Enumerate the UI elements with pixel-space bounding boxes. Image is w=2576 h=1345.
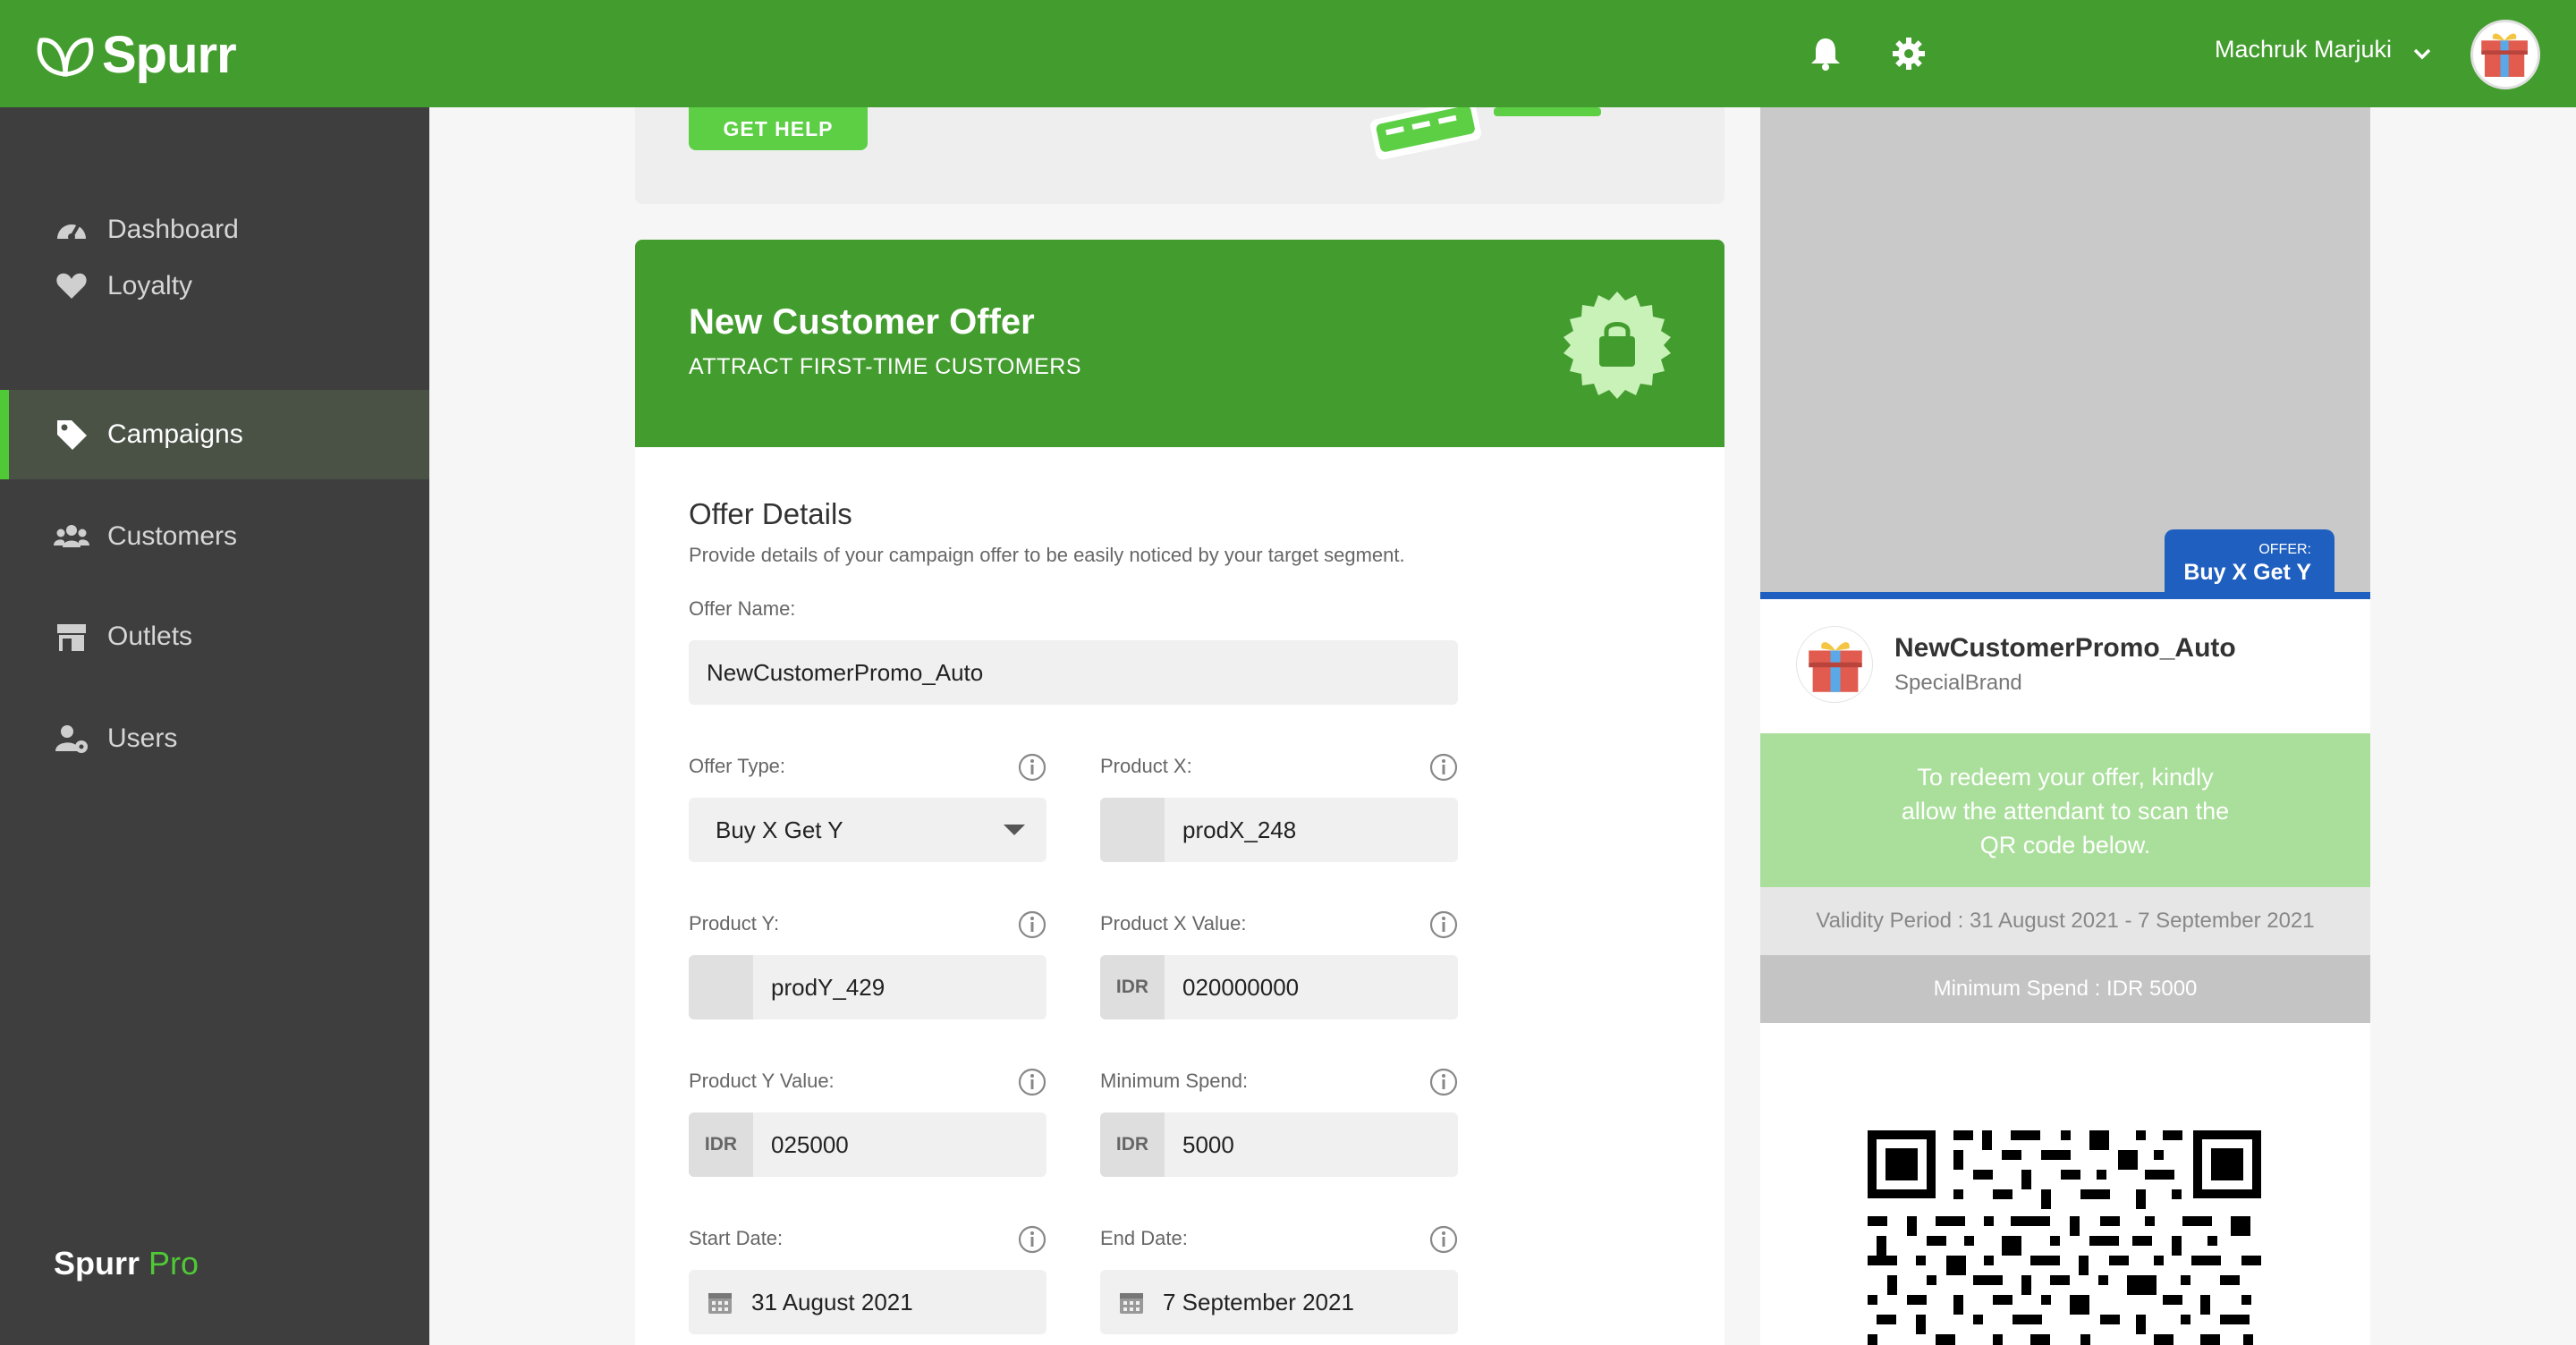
currency-prefix: IDR bbox=[1100, 955, 1165, 1019]
validity-period: Validity Period : 31 August 2021 - 7 Sep… bbox=[1760, 887, 2370, 955]
offer-preview-panel: OFFER: Buy X Get Y NewCustomerPromo_Auto… bbox=[1760, 107, 2370, 1345]
sidebar-item-label: Customers bbox=[107, 521, 238, 551]
currency-prefix: IDR bbox=[689, 1112, 753, 1177]
user-name[interactable]: Machruk Marjuki bbox=[2215, 36, 2392, 63]
offer-type-value: Buy X Get Y bbox=[716, 816, 843, 843]
product-x-label: Product X: bbox=[1100, 755, 1192, 777]
product-y-value: prodY_429 bbox=[771, 973, 886, 1001]
offer-type-label: Offer Type: bbox=[689, 755, 786, 777]
product-x-value: prodX_248 bbox=[1182, 816, 1297, 843]
info-icon[interactable] bbox=[1429, 753, 1458, 782]
end-date-label: End Date: bbox=[1100, 1227, 1188, 1249]
minimum-spend-amount: 5000 bbox=[1182, 1130, 1234, 1158]
start-date-label: Start Date: bbox=[689, 1227, 784, 1249]
offer-name-input[interactable]: NewCustomerPromo_Auto bbox=[689, 640, 1458, 705]
section-title: Offer Details bbox=[689, 497, 852, 530]
top-bar: Spurr Machruk Marjuki bbox=[0, 0, 2576, 107]
sidebar-brand-main: Spurr bbox=[54, 1245, 140, 1282]
brand-logo[interactable]: Spurr bbox=[34, 25, 237, 85]
sidebar-item-label: Users bbox=[107, 723, 178, 753]
info-icon[interactable] bbox=[1018, 753, 1046, 782]
tag-icon bbox=[57, 420, 87, 450]
offer-tag-value: Buy X Get Y bbox=[2183, 560, 2311, 585]
heart-icon bbox=[56, 273, 87, 299]
sidebar-item-users[interactable]: Users bbox=[0, 694, 429, 783]
get-help-button[interactable]: GET HELP bbox=[689, 107, 868, 150]
preview-offer-name: NewCustomerPromo_Auto bbox=[1894, 633, 2236, 663]
sidebar: Dashboard Loyalty Campaigns Customers Ou… bbox=[0, 107, 429, 1345]
product-y-thumbnail bbox=[689, 955, 753, 1019]
start-date-value: 31 August 2021 bbox=[751, 1288, 913, 1315]
brand-name: Spurr bbox=[102, 26, 237, 84]
preview-image-placeholder bbox=[1760, 107, 2370, 592]
avatar[interactable] bbox=[2470, 20, 2540, 89]
sidebar-item-loyalty[interactable]: Loyalty bbox=[0, 241, 429, 331]
sidebar-brand: Spurr Pro bbox=[54, 1245, 199, 1282]
sidebar-item-customers[interactable]: Customers bbox=[0, 492, 429, 581]
user-gear-icon bbox=[55, 725, 88, 753]
currency-prefix: IDR bbox=[1100, 1112, 1165, 1177]
offer-subtitle: ATTRACT FIRST-TIME CUSTOMERS bbox=[689, 354, 1082, 379]
product-y-value-amount: 025000 bbox=[771, 1130, 849, 1158]
offer-details-form: Offer Details Provide details of your ca… bbox=[635, 447, 1724, 1345]
gear-icon[interactable] bbox=[1891, 36, 1927, 72]
shopping-bag-badge-icon bbox=[1563, 292, 1671, 399]
qr-code bbox=[1868, 1130, 2261, 1345]
product-x-input[interactable]: prodX_248 bbox=[1100, 798, 1458, 862]
sidebar-item-outlets[interactable]: Outlets bbox=[0, 592, 429, 681]
preview-divider bbox=[1760, 592, 2370, 599]
sidebar-item-label: Outlets bbox=[107, 622, 193, 651]
info-icon[interactable] bbox=[1429, 910, 1458, 939]
offer-tag: OFFER: Buy X Get Y bbox=[2165, 529, 2334, 594]
preview-brand-name: SpecialBrand bbox=[1894, 671, 2022, 695]
leaf-logo-icon bbox=[37, 37, 94, 77]
gift-icon bbox=[1809, 642, 1862, 692]
offer-type-select[interactable]: Buy X Get Y bbox=[689, 798, 1046, 862]
redeem-instructions: To redeem your offer, kindly allow the a… bbox=[1760, 733, 2370, 887]
help-card: GET HELP bbox=[635, 107, 1724, 204]
start-date-input[interactable]: 31 August 2021 bbox=[689, 1270, 1046, 1334]
sidebar-item-label: Campaigns bbox=[107, 419, 243, 449]
section-description: Provide details of your campaign offer t… bbox=[689, 544, 1405, 566]
product-x-thumbnail bbox=[1100, 798, 1165, 862]
minimum-spend-info: Minimum Spend : IDR 5000 bbox=[1760, 955, 2370, 1023]
offer-name-value: NewCustomerPromo_Auto bbox=[707, 658, 984, 686]
chevron-down-icon[interactable] bbox=[2410, 41, 2435, 66]
sidebar-brand-pro: Pro bbox=[148, 1245, 199, 1282]
info-icon[interactable] bbox=[1018, 1225, 1046, 1254]
offer-tag-label: OFFER: bbox=[2258, 542, 2311, 557]
phone-illustration bbox=[1370, 107, 1601, 160]
calendar-icon bbox=[1120, 1293, 1143, 1314]
product-x-value-amount: 020000000 bbox=[1182, 973, 1300, 1001]
product-y-value-label: Product Y Value: bbox=[689, 1070, 835, 1092]
store-icon bbox=[57, 624, 86, 651]
minimum-spend-input[interactable]: IDR 5000 bbox=[1100, 1112, 1458, 1177]
info-icon[interactable] bbox=[1429, 1068, 1458, 1096]
sidebar-item-campaigns[interactable]: Campaigns bbox=[0, 390, 429, 479]
end-date-input[interactable]: 7 September 2021 bbox=[1100, 1270, 1458, 1334]
info-icon[interactable] bbox=[1429, 1225, 1458, 1254]
product-y-value-input[interactable]: IDR 025000 bbox=[689, 1112, 1046, 1177]
users-icon bbox=[54, 525, 89, 547]
info-icon[interactable] bbox=[1018, 1068, 1046, 1096]
sidebar-item-label: Loyalty bbox=[107, 271, 193, 300]
sidebar-item-label: Dashboard bbox=[107, 215, 239, 244]
offer-name-label: Offer Name: bbox=[689, 597, 796, 620]
brand-avatar bbox=[1796, 626, 1873, 703]
info-icon[interactable] bbox=[1018, 910, 1046, 939]
gift-icon bbox=[2481, 33, 2528, 77]
product-x-value-label: Product X Value: bbox=[1100, 912, 1247, 935]
calendar-icon bbox=[708, 1293, 732, 1314]
product-x-value-input[interactable]: IDR 020000000 bbox=[1100, 955, 1458, 1019]
minimum-spend-label: Minimum Spend: bbox=[1100, 1070, 1249, 1092]
product-y-label: Product Y: bbox=[689, 912, 780, 935]
offer-header: New Customer Offer ATTRACT FIRST-TIME CU… bbox=[635, 240, 1724, 447]
product-y-input[interactable]: prodY_429 bbox=[689, 955, 1046, 1019]
end-date-value: 7 September 2021 bbox=[1163, 1288, 1354, 1315]
caret-down-icon bbox=[1004, 825, 1025, 835]
bell-icon[interactable] bbox=[1809, 36, 1843, 72]
offer-title: New Customer Offer bbox=[689, 302, 1035, 342]
